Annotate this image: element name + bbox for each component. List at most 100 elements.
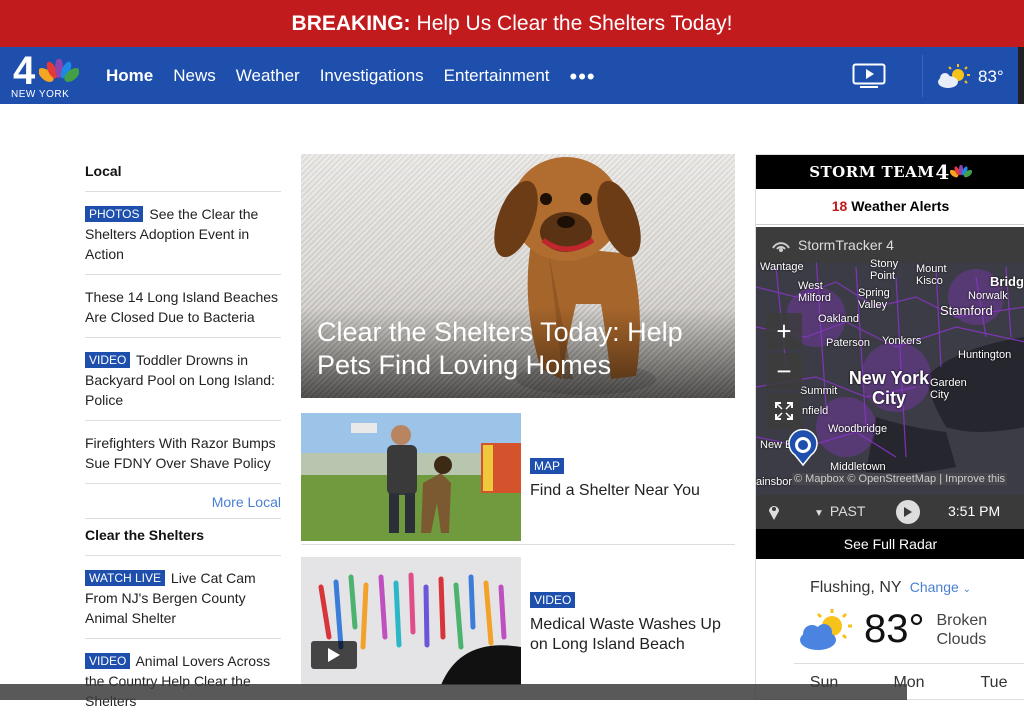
nav-home[interactable]: Home bbox=[106, 66, 153, 86]
map-label-garden-city: Garden City bbox=[930, 377, 967, 401]
map-label-stony-point: Stony Point bbox=[870, 258, 899, 282]
story-image-waste[interactable] bbox=[301, 557, 521, 685]
current-temp: 83° bbox=[864, 607, 925, 651]
peacock-icon bbox=[39, 59, 79, 82]
nav-divider bbox=[922, 55, 923, 97]
nav-entertainment[interactable]: Entertainment bbox=[444, 66, 550, 86]
photos-tag: PHOTOS bbox=[85, 206, 144, 222]
shelters-title[interactable]: Clear the Shelters bbox=[85, 519, 281, 556]
map-label-stamford: Stamford bbox=[940, 303, 993, 318]
nav-links: Home News Weather Investigations Enterta… bbox=[106, 47, 596, 104]
video-tag: VIDEO bbox=[85, 653, 131, 669]
story-image-dog[interactable] bbox=[301, 413, 521, 541]
more-menu-icon[interactable]: ••• bbox=[570, 64, 596, 90]
map-label-woodbridge: Woodbridge bbox=[828, 423, 888, 435]
main-nav: 4 NEW YORK Home News Weather Investigati… bbox=[0, 47, 1018, 104]
breaking-text[interactable]: Help Us Clear the Shelters Today! bbox=[417, 12, 733, 36]
location-marker-icon[interactable] bbox=[786, 429, 820, 467]
partly-cloudy-icon bbox=[800, 608, 852, 650]
current-conditions: 83° Broken Clouds bbox=[798, 607, 997, 652]
story-card[interactable]: MAP Find a Shelter Near You bbox=[301, 413, 735, 545]
nav-investigations[interactable]: Investigations bbox=[320, 66, 424, 86]
shelters-item[interactable]: WATCH LIVE Live Cat Cam From NJ's Bergen… bbox=[85, 556, 281, 639]
map-attribution[interactable]: © Mapbox © OpenStreetMap | Improve this bbox=[792, 473, 1008, 485]
story-text[interactable]: VIDEO Medical Waste Washes Up on Long Is… bbox=[530, 591, 730, 655]
storm-team-number: 4 bbox=[935, 160, 950, 184]
map-label-paterson: Paterson bbox=[826, 337, 871, 349]
zoom-in-button[interactable]: + bbox=[766, 313, 802, 349]
map-label-norwalk: Norwalk bbox=[968, 290, 1008, 302]
story-card[interactable]: VIDEO Medical Waste Washes Up on Long Is… bbox=[301, 557, 735, 689]
video-tag: VIDEO bbox=[530, 592, 576, 608]
caret-down-icon: ▼ bbox=[814, 508, 824, 519]
map-label-wantage: Wantage bbox=[760, 261, 804, 273]
story-title[interactable]: Find a Shelter Near You bbox=[530, 482, 700, 499]
condition-text: Broken Clouds bbox=[936, 611, 988, 648]
hero-title[interactable]: Clear the Shelters Today: Help Pets Find… bbox=[317, 316, 727, 382]
map-label-mount-kisco: Mount Kisco bbox=[916, 263, 947, 287]
nbc4-logo[interactable]: 4 NEW YORK bbox=[11, 49, 79, 101]
past-label: PAST bbox=[829, 503, 866, 519]
map-label-west-milford: West Milford bbox=[798, 280, 832, 304]
local-item[interactable]: Firefighters With Razor Bumps Sue FDNY O… bbox=[85, 421, 281, 484]
stormtracker-title: StormTracker 4 bbox=[798, 237, 894, 253]
horizontal-scrollbar[interactable] bbox=[0, 684, 907, 700]
storm-team-header[interactable]: STORM TEAM 4 bbox=[756, 155, 1024, 189]
logo-number: 4 bbox=[13, 49, 35, 93]
nav-weather[interactable]: Weather bbox=[236, 66, 300, 86]
map-label-plainsboro: ainsbor bbox=[756, 476, 793, 488]
more-local-link[interactable]: More Local bbox=[85, 484, 281, 519]
alerts-count: 18 bbox=[831, 198, 848, 214]
breaking-label: BREAKING: bbox=[291, 11, 411, 35]
nav-weather-widget[interactable]: 83° bbox=[936, 63, 1004, 91]
nav-news[interactable]: News bbox=[173, 66, 216, 86]
map-label-yonkers: Yonkers bbox=[882, 335, 922, 347]
shelters-item[interactable]: VIDEO Animal Lovers Across the Country H… bbox=[85, 639, 281, 721]
video-tag: VIDEO bbox=[85, 352, 131, 368]
tv-icon[interactable] bbox=[852, 63, 886, 89]
map-label-bridgeport: Bridg bbox=[990, 274, 1024, 289]
local-item[interactable]: VIDEO Toddler Drowns in Backyard Pool on… bbox=[85, 338, 281, 421]
radar-icon bbox=[772, 242, 790, 252]
radar-play-button[interactable] bbox=[896, 500, 920, 524]
past-toggle[interactable]: ▼ PAST bbox=[814, 503, 865, 519]
video-play-button[interactable] bbox=[311, 641, 357, 669]
map-label-plainfield: nfield bbox=[802, 405, 829, 417]
local-item[interactable]: These 14 Long Island Beaches Are Closed … bbox=[85, 275, 281, 338]
forecast-day[interactable]: Tue bbox=[964, 674, 1024, 692]
change-label: Change bbox=[909, 579, 959, 595]
local-item[interactable]: PHOTOS See the Clear the Shelters Adopti… bbox=[85, 192, 281, 275]
play-icon bbox=[904, 507, 912, 517]
see-full-radar-button[interactable]: See Full Radar bbox=[756, 529, 1024, 559]
nav-scrollbar[interactable] bbox=[1018, 47, 1024, 104]
change-location-link[interactable]: Change ⌄ bbox=[910, 579, 971, 595]
story-text[interactable]: MAP Find a Shelter Near You bbox=[530, 457, 730, 501]
fullscreen-button[interactable] bbox=[766, 393, 802, 429]
story-title[interactable]: Medical Waste Washes Up on Long Island B… bbox=[530, 616, 721, 653]
location-name: Flushing, NY bbox=[809, 579, 902, 596]
map-label-summit: Summit bbox=[800, 385, 838, 397]
watch-live-tag: WATCH LIVE bbox=[85, 570, 166, 586]
weather-panel: STORM TEAM 4 18 Weather Alerts StormTrac… bbox=[755, 154, 1024, 700]
partly-cloudy-icon bbox=[938, 64, 970, 88]
map-label-huntington: Huntington bbox=[958, 349, 1012, 361]
chevron-down-icon: ⌄ bbox=[962, 584, 972, 595]
logo-city: NEW YORK bbox=[11, 89, 70, 100]
pin-icon[interactable] bbox=[768, 503, 780, 521]
radar-player: ▼ PAST 3:51 PM bbox=[756, 495, 1024, 529]
local-item-text[interactable]: Firefighters With Razor Bumps Sue FDNY O… bbox=[85, 435, 276, 471]
zoom-out-button[interactable]: − bbox=[766, 353, 802, 389]
man-with-dog-image bbox=[301, 413, 521, 541]
local-item-text[interactable]: These 14 Long Island Beaches Are Closed … bbox=[85, 289, 278, 325]
radar-map[interactable]: StormTracker 4 Wantage Stony Point Mount… bbox=[756, 227, 1024, 529]
local-title[interactable]: Local bbox=[85, 155, 281, 192]
peacock-icon bbox=[949, 165, 972, 178]
nav-temp: 83° bbox=[978, 67, 1004, 86]
radar-time: 3:51 PM bbox=[948, 503, 1001, 519]
weather-alerts[interactable]: 18 Weather Alerts bbox=[756, 191, 1024, 225]
map-label-oakland: Oakland bbox=[818, 313, 859, 325]
breaking-banner[interactable]: BREAKING: Help Us Clear the Shelters Tod… bbox=[0, 0, 1024, 47]
map-label-nyc: New York City bbox=[848, 368, 930, 408]
hero-story[interactable]: Clear the Shelters Today: Help Pets Find… bbox=[301, 154, 735, 398]
play-icon bbox=[328, 648, 340, 662]
